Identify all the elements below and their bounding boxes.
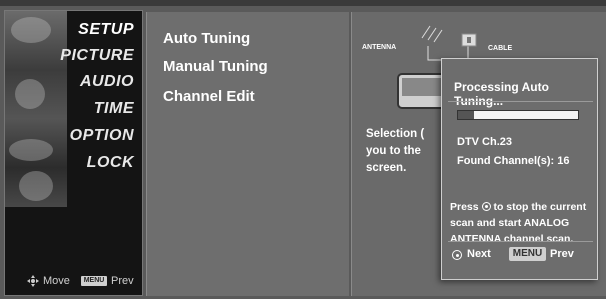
submenu-item-channel-edit[interactable]: Channel Edit [163, 88, 255, 105]
menu-item-setup[interactable]: SETUP [78, 21, 134, 47]
menu-thumbnails [5, 11, 67, 207]
top-bar [0, 0, 606, 6]
divider [448, 101, 593, 102]
submenu-item-auto-tuning[interactable]: Auto Tuning [163, 30, 250, 47]
found-channels-text: Found Channel(s): 16 [457, 155, 570, 167]
channel-text: DTV Ch.23 [457, 136, 513, 148]
menu-item-audio[interactable]: AUDIO [80, 73, 134, 99]
setup-submenu: Auto Tuning Manual Tuning Channel Edit [146, 12, 349, 296]
progress-fill [458, 111, 474, 119]
move-icon [27, 275, 39, 287]
auto-tuning-dialog: Processing Auto Tuning... DTV Ch.23 Foun… [441, 58, 598, 280]
dialog-footer: Next MENU Prev [442, 244, 597, 268]
submenu-item-manual-tuning[interactable]: Manual Tuning [163, 58, 268, 75]
menu-item-picture[interactable]: PICTURE [60, 47, 134, 73]
menu-item-lock[interactable]: LOCK [87, 154, 134, 180]
menu-item-time[interactable]: TIME [94, 100, 134, 126]
antenna-label: ANTENNA [362, 44, 397, 51]
main-menu: SETUP PICTURE AUDIO TIME OPTION LOCK Mov… [4, 10, 143, 296]
divider [448, 241, 593, 242]
move-label: Move [43, 275, 70, 287]
instruction-text: Press to stop the current scan and start… [450, 199, 594, 247]
ok-icon [481, 202, 491, 211]
dialog-title: Processing Auto Tuning... [454, 80, 549, 108]
menu-item-option[interactable]: OPTION [70, 127, 134, 153]
menu-footer: Move MENU Prev [5, 269, 142, 295]
prev-button[interactable]: Prev [550, 248, 574, 260]
menu-button[interactable]: MENU [509, 247, 546, 261]
menu-badge: MENU [81, 276, 107, 286]
prev-label: Prev [111, 275, 134, 287]
progress-bar [457, 110, 579, 120]
cable-label: CABLE [488, 45, 513, 52]
ok-icon [452, 250, 462, 260]
instruction-pre: Press [450, 201, 479, 213]
next-button[interactable]: Next [467, 248, 491, 260]
